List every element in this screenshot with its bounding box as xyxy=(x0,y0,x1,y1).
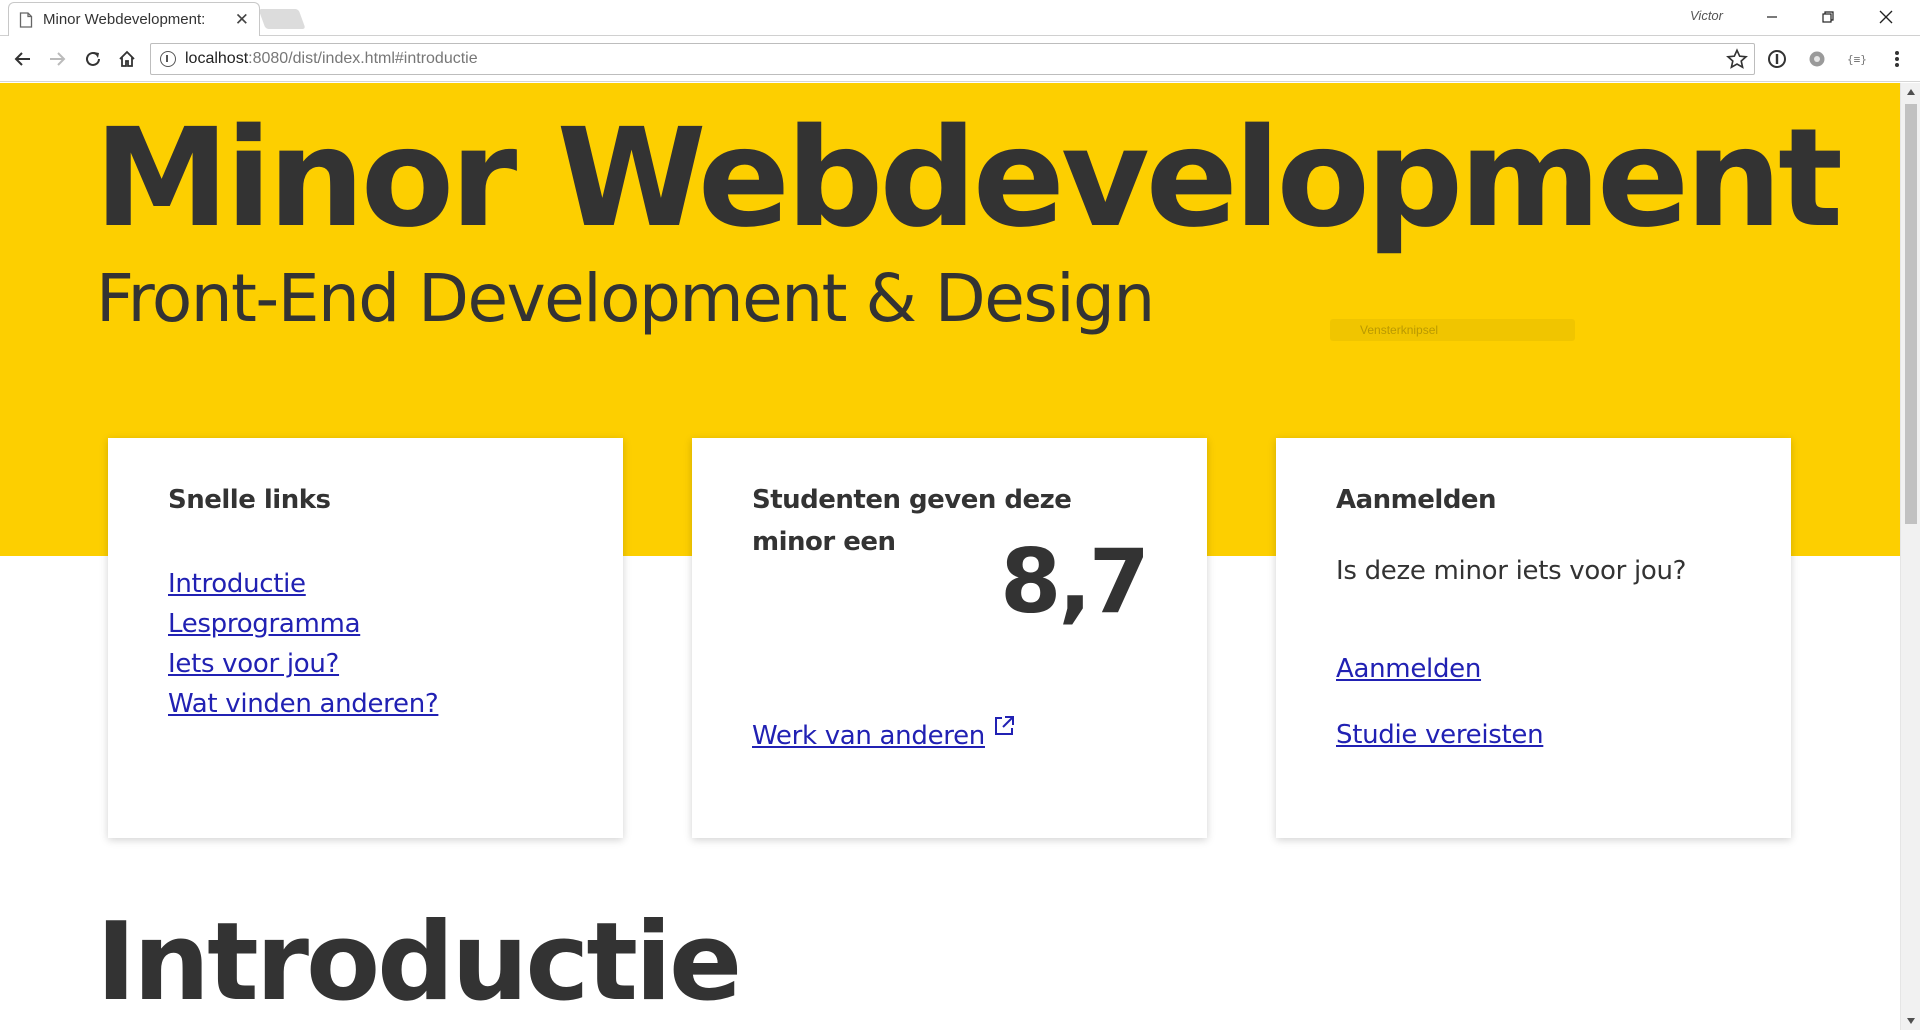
link-lesprogramma[interactable]: Lesprogramma xyxy=(168,604,563,644)
browser-menu-button[interactable] xyxy=(1886,48,1908,70)
link-iets-voor-jou[interactable]: Iets voor jou? xyxy=(168,644,563,684)
back-button[interactable] xyxy=(8,44,38,74)
settings-extension[interactable] xyxy=(1806,48,1828,70)
triangle-up-icon xyxy=(1907,89,1915,95)
external-link-icon[interactable] xyxy=(993,715,1015,737)
link-werk-van-anderen[interactable]: Werk van anderen xyxy=(752,716,985,756)
new-tab-button[interactable] xyxy=(258,9,306,29)
gear-icon xyxy=(1809,51,1825,67)
close-tab-icon[interactable]: ✕ xyxy=(235,10,249,30)
triangle-down-icon xyxy=(1907,1018,1915,1024)
home-icon xyxy=(119,50,135,67)
json-extension[interactable]: {≡} xyxy=(1846,48,1868,70)
forward-arrow-icon xyxy=(50,52,66,66)
scrollbar-thumb[interactable] xyxy=(1905,104,1917,524)
page-title: Minor Webdevelopment xyxy=(94,100,1843,258)
svg-text:{≡}: {≡} xyxy=(1847,53,1867,66)
browser-toolbar: localhost:8080/dist/index.html#introduct… xyxy=(0,36,1920,82)
signup-card: Aanmelden Is deze minor iets voor jou? A… xyxy=(1276,438,1791,838)
link-introductie[interactable]: Introductie xyxy=(168,564,563,604)
forward-button[interactable] xyxy=(42,44,72,74)
work-of-others-link-wrapper: Werk van anderen xyxy=(752,716,1015,756)
page-icon xyxy=(19,11,33,28)
scroll-down-arrow[interactable] xyxy=(1901,1012,1920,1030)
link-wat-vinden-anderen[interactable]: Wat vinden anderen? xyxy=(168,684,563,724)
address-bar[interactable]: localhost:8080/dist/index.html#introduct… xyxy=(150,43,1755,75)
link-studie-vereisten[interactable]: Studie vereisten xyxy=(1336,715,1731,755)
minimize-icon xyxy=(1767,16,1777,18)
json-braces-icon: {≡} xyxy=(1847,53,1867,66)
rating-score: 8,7 xyxy=(1000,530,1150,633)
quick-links-card: Snelle links Introductie Lesprogramma Ie… xyxy=(108,438,623,838)
reload-button[interactable] xyxy=(78,44,108,74)
link-aanmelden[interactable]: Aanmelden xyxy=(1336,649,1731,689)
back-arrow-icon xyxy=(14,52,30,66)
home-button[interactable] xyxy=(112,44,142,74)
browser-tab[interactable]: Minor Webdevelopment: ✕ xyxy=(8,2,260,36)
snipping-tool-label: Vensterknipsel xyxy=(1330,319,1575,341)
tab-title: Minor Webdevelopment: xyxy=(43,11,206,28)
url-text[interactable]: localhost:8080/dist/index.html#introduct… xyxy=(185,50,478,68)
page-viewport: Minor Webdevelopment Front-End Developme… xyxy=(0,83,1900,1030)
page-scrollbar[interactable] xyxy=(1900,83,1920,1030)
star-icon[interactable] xyxy=(1726,48,1748,70)
page-subtitle: Front-End Development & Design xyxy=(96,260,1155,337)
onepassword-icon xyxy=(1768,50,1786,68)
kebab-menu-icon xyxy=(1895,51,1899,67)
close-icon xyxy=(1879,10,1893,24)
quick-links-heading: Snelle links xyxy=(168,485,331,515)
password-manager-extension[interactable] xyxy=(1766,48,1788,70)
introductie-heading: Introductie xyxy=(96,900,742,1025)
restore-button[interactable] xyxy=(1800,0,1856,34)
reload-icon xyxy=(86,51,100,66)
profile-name[interactable]: Victor xyxy=(1690,8,1723,23)
minimize-button[interactable] xyxy=(1744,0,1800,34)
scroll-up-arrow[interactable] xyxy=(1901,83,1920,101)
signup-heading: Aanmelden xyxy=(1336,485,1497,515)
rating-card: Studenten geven deze minor een 8,7 Werk … xyxy=(692,438,1207,838)
browser-tab-bar: Minor Webdevelopment: ✕ Victor xyxy=(0,0,1920,36)
quick-links-list: Introductie Lesprogramma Iets voor jou? … xyxy=(168,564,563,725)
signup-text: Is deze minor iets voor jou? xyxy=(1336,555,1687,586)
close-window-button[interactable] xyxy=(1858,0,1914,34)
info-icon[interactable] xyxy=(160,51,176,67)
restore-icon xyxy=(1822,11,1834,23)
